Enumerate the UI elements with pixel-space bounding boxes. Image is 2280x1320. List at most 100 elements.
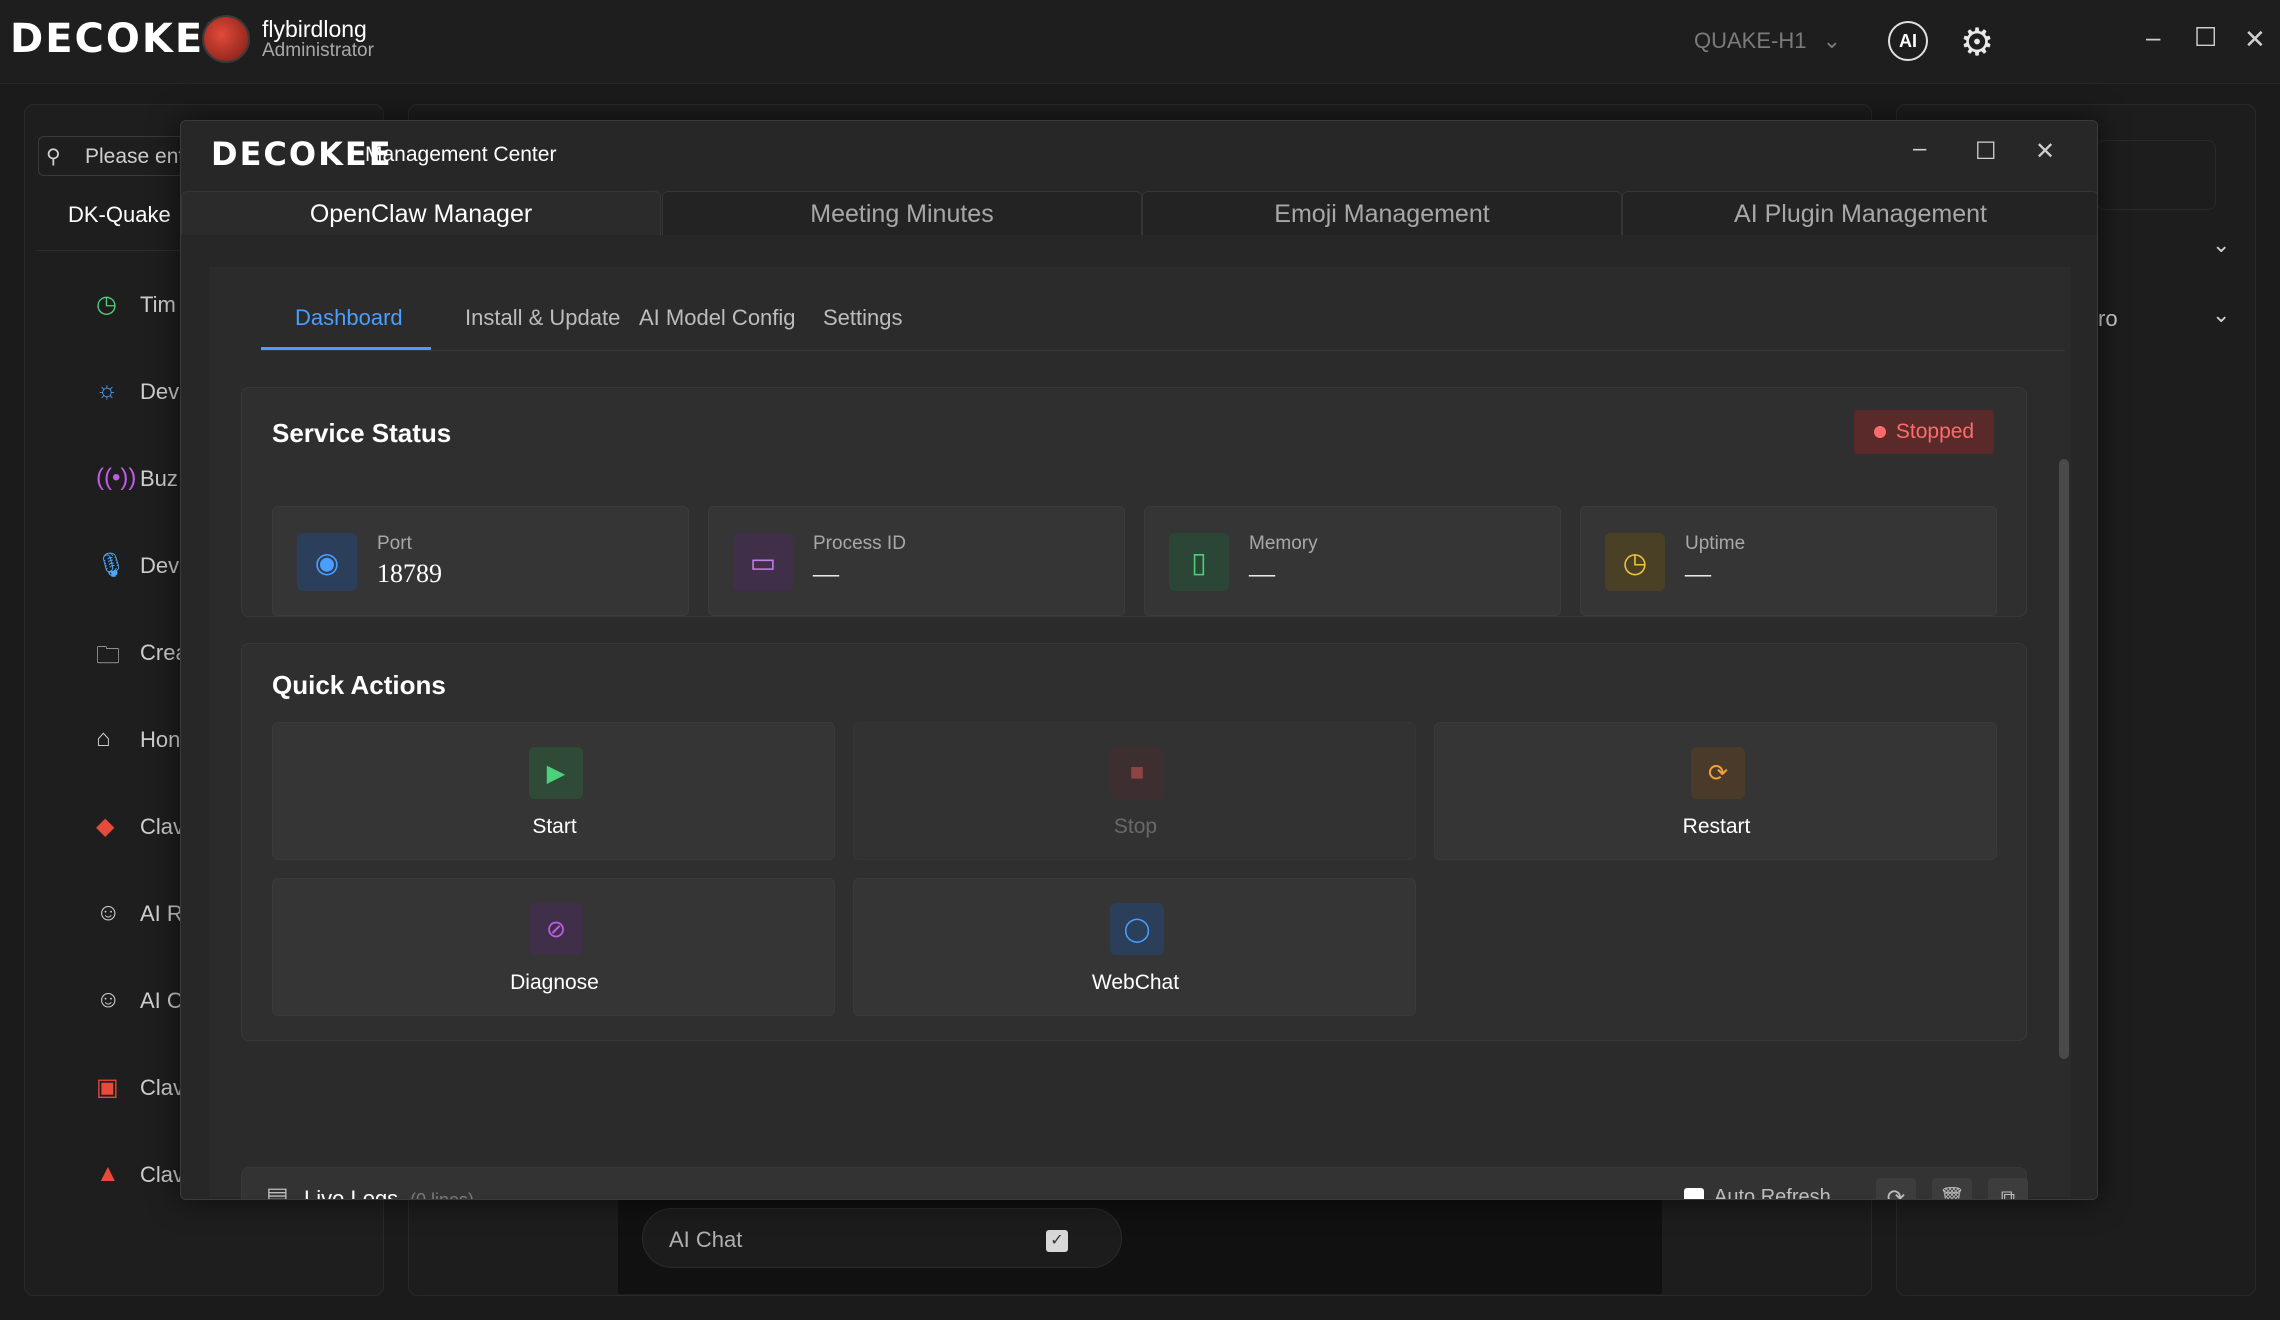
stat-port: ◉ Port 18789 (272, 506, 689, 616)
chevron-down-icon[interactable]: ⌄ (2212, 302, 2230, 328)
stop-button-label: Stop (1113, 815, 1158, 838)
copy-icon[interactable]: ⧉ (1988, 1178, 2028, 1199)
document-icon: ▤ (266, 1183, 289, 1200)
play-icon: ▶ (529, 747, 583, 799)
minimize-icon[interactable]: – (1913, 135, 1926, 163)
stat-value: — (1685, 559, 1711, 588)
search-icon: ⚲ (46, 146, 61, 168)
broadcast-icon: ((•)) (96, 464, 137, 491)
background-right-dropdown-2-text: ro (2098, 306, 2118, 331)
sidebar-item-label[interactable]: Tim (140, 292, 176, 318)
memory-icon: ▯ (1169, 533, 1229, 591)
quick-actions-title: Quick Actions (272, 670, 446, 700)
auto-refresh-checkbox[interactable] (1684, 1188, 1704, 1199)
robot-icon: ☺ (96, 899, 121, 926)
live-logs-title: Live Logs (304, 1186, 399, 1200)
refresh-icon: ⟳ (1691, 747, 1745, 799)
start-button[interactable]: ▶ Start (272, 722, 835, 860)
restart-button-label: Restart (1682, 815, 1751, 838)
mic-icon: 🎙 (96, 552, 127, 579)
avatar[interactable] (202, 15, 250, 63)
check-icon[interactable]: ✓ (1046, 1230, 1068, 1252)
globe-icon: ◉ (297, 533, 357, 591)
live-logs-header: ▤ Live Logs (0 lines) Auto Refresh ⟳ 🗑 ⧉ (241, 1167, 2028, 1200)
sidebar-item-label[interactable]: Devi (140, 379, 184, 405)
monitor-icon: ▭ (733, 533, 793, 591)
clock-icon: ◷ (1605, 533, 1665, 591)
management-center-dialog: DECOKEE Management Center – ☐ ✕ OpenClaw… (180, 120, 2098, 1200)
webchat-button[interactable]: ◯ WebChat (853, 878, 1416, 1016)
live-logs-count: (0 lines) (410, 1190, 475, 1200)
claw-fire-icon: ▲ (96, 1160, 120, 1187)
sidebar-item-label[interactable]: Clav (140, 1075, 184, 1101)
service-status-title: Service Status (272, 418, 452, 448)
service-status-card: Service Status Stopped ◉ Port 18789 ▭ Pr… (241, 387, 2027, 617)
stat-label: Memory (1249, 533, 1318, 554)
diagnose-icon: ⊘ (529, 903, 583, 955)
stop-icon: ■ (1110, 747, 1164, 799)
top-bar: DECOKEE flybirdlong Administrator QUAKE-… (0, 0, 2280, 84)
status-badge: Stopped (1854, 410, 1994, 454)
sidebar-item-label[interactable]: Buz (140, 466, 178, 492)
refresh-icon[interactable]: ⟳ (1876, 1178, 1916, 1199)
tab-content: Dashboard Install & Update AI Model Conf… (209, 267, 2071, 1200)
claw-icon: ◆ (96, 813, 115, 840)
diagnose-button[interactable]: ⊘ Diagnose (272, 878, 835, 1016)
device-selector-label: QUAKE-H1 (1694, 28, 1807, 53)
tab-meeting-minutes[interactable]: Meeting Minutes (662, 191, 1142, 235)
stat-value: — (813, 559, 839, 588)
tab-openclaw-manager[interactable]: OpenClaw Manager (181, 191, 661, 235)
stop-button[interactable]: ■ Stop (853, 722, 1416, 860)
stat-memory: ▯ Memory — (1144, 506, 1561, 616)
sidebar-item-label[interactable]: Clav (140, 814, 184, 840)
subtab-settings[interactable]: Settings (823, 305, 903, 331)
stat-uptime: ◷ Uptime — (1580, 506, 1997, 616)
sidebar-item-label[interactable]: AI C (140, 988, 183, 1014)
subtab-dashboard[interactable]: Dashboard (295, 305, 403, 331)
user-name: flybirdlong (262, 16, 367, 42)
chevron-down-icon: ⌄ (1822, 28, 1842, 53)
sidebar-item-label[interactable]: Devi (140, 553, 184, 579)
status-badge-label: Stopped (1895, 420, 1975, 443)
close-icon[interactable]: ✕ (2035, 137, 2055, 166)
user-role: Administrator (262, 40, 374, 61)
device-selector[interactable]: QUAKE-H1 ⌄ (1694, 28, 1841, 54)
sidebar-item-label[interactable]: Hon (140, 727, 180, 753)
close-icon[interactable]: ✕ (2244, 24, 2266, 55)
background-right-box (2096, 140, 2216, 210)
clock-icon: ◷ (96, 291, 117, 318)
subtab-install-update[interactable]: Install & Update (465, 305, 620, 331)
stat-value: — (1249, 559, 1275, 588)
gear-icon[interactable]: ⚙ (1960, 20, 1994, 65)
webchat-button-label: WebChat (1091, 971, 1180, 994)
sun-icon: ☼ (96, 377, 118, 404)
home-icon: ⌂ (96, 725, 111, 752)
sidebar-item-label[interactable]: Clav (140, 1162, 184, 1188)
background-device-title: DK-Quake (68, 202, 171, 227)
minimize-icon[interactable]: – (2146, 22, 2160, 53)
app-window: DECOKEE flybirdlong Administrator QUAKE-… (0, 0, 2280, 1320)
status-dot-icon (1873, 426, 1886, 438)
active-subtab-indicator (261, 347, 431, 350)
modal-title: Management Center (365, 143, 557, 166)
trash-icon[interactable]: 🗑 (1932, 1178, 1972, 1199)
quick-actions-card: Quick Actions ▶ Start ■ Stop ⟳ Restart ⊘… (241, 643, 2027, 1041)
sidebar-item-label[interactable]: AI R (140, 901, 183, 927)
app-logo: DECOKEE (10, 16, 234, 62)
chevron-down-icon[interactable]: ⌄ (2212, 232, 2230, 258)
folder-icon: 🗀 (96, 642, 120, 669)
restart-button[interactable]: ⟳ Restart (1434, 722, 1997, 860)
stat-label: Uptime (1685, 533, 1746, 554)
claw-monitor-icon: ▣ (96, 1074, 119, 1101)
chat-icon: ◯ (1110, 903, 1164, 955)
auto-refresh-label: Auto Refresh (1714, 1186, 1831, 1200)
content-scrollbar[interactable] (2059, 459, 2069, 1059)
tab-emoji-management[interactable]: Emoji Management (1142, 191, 1622, 235)
tab-ai-plugin-management[interactable]: AI Plugin Management (1622, 191, 2097, 235)
maximize-icon[interactable]: ☐ (1975, 137, 1997, 166)
subtab-ai-model-config[interactable]: AI Model Config (639, 305, 796, 331)
stat-process-id: ▭ Process ID — (708, 506, 1125, 616)
ai-button[interactable]: AI (1888, 21, 1928, 61)
diagnose-button-label: Diagnose (510, 971, 599, 994)
maximize-icon[interactable]: ☐ (2194, 22, 2217, 53)
